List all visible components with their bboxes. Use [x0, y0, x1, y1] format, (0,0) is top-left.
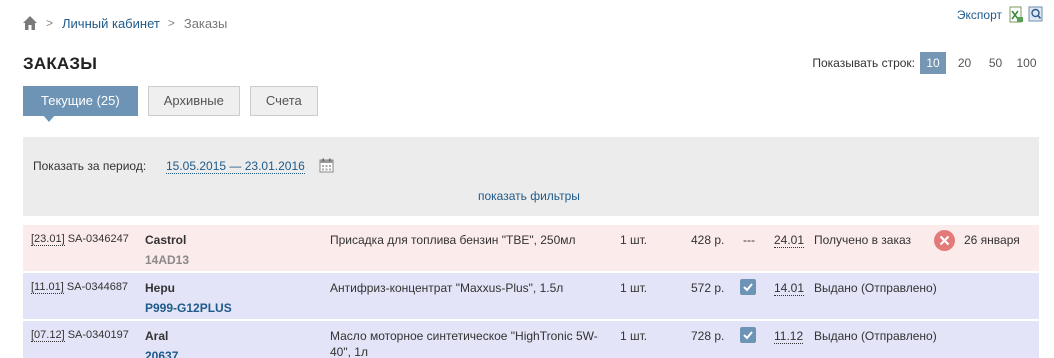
- order-number: SA-0344687: [66, 281, 129, 293]
- order-date-number: [23.01] SA-0346247: [31, 233, 129, 246]
- help-icon[interactable]: [1028, 6, 1044, 23]
- rows-option-20[interactable]: 20: [949, 52, 980, 74]
- export-link[interactable]: Экспорт: [957, 8, 1002, 22]
- order-description: Присадка для топлива бензин "TBE", 250мл: [330, 233, 576, 247]
- order-brand: Aral: [145, 329, 169, 343]
- period-picker[interactable]: 15.05.2015 — 23.01.2016: [166, 159, 305, 174]
- breadcrumb-separator: >: [46, 16, 54, 30]
- order-price: 572 р.: [691, 281, 725, 295]
- calendar-icon[interactable]: [319, 158, 334, 173]
- excel-icon[interactable]: [1008, 6, 1024, 23]
- order-quantity: 1 шт.: [620, 329, 648, 343]
- order-date[interactable]: [23.01]: [31, 233, 65, 246]
- order-quantity: 1 шт.: [620, 281, 648, 295]
- checkmark-icon: [740, 279, 756, 295]
- order-delivery-date[interactable]: 14.01: [774, 281, 805, 296]
- order-checkbox[interactable]: [740, 279, 756, 298]
- order-row[interactable]: [11.01] SA-0344687 Hepu P999-G12PLUS Ант…: [23, 273, 1039, 321]
- breadcrumb: > Личный кабинет > Заказы: [22, 15, 227, 31]
- order-article[interactable]: P999-G12PLUS: [145, 301, 232, 315]
- order-date[interactable]: [11.01]: [31, 281, 64, 294]
- period-label: Показать за период:: [33, 159, 147, 173]
- order-eta: 26 января: [964, 233, 1020, 247]
- tab-current[interactable]: Текущие (25): [23, 86, 138, 122]
- order-date-number: [07.12] SA-0340197: [31, 329, 129, 342]
- order-tabs: Текущие (25) Архивные Счета: [23, 86, 328, 122]
- home-icon[interactable]: [22, 15, 38, 31]
- close-icon: [934, 230, 955, 251]
- breadcrumb-link-account[interactable]: Личный кабинет: [62, 16, 160, 31]
- breadcrumb-separator: >: [167, 16, 175, 30]
- order-description: Антифриз-концентрат "Maxxus-Plus", 1.5л: [330, 281, 564, 295]
- cancel-order-button[interactable]: [934, 230, 955, 254]
- order-delivery-date[interactable]: 11.12: [774, 329, 804, 344]
- order-number: SA-0346247: [67, 233, 129, 245]
- order-price: 428 р.: [691, 233, 725, 247]
- order-date-number: [11.01] SA-0344687: [31, 281, 129, 294]
- order-checkbox[interactable]: [740, 327, 756, 346]
- rows-option-50[interactable]: 50: [980, 52, 1011, 74]
- page-title: ЗАКАЗЫ: [23, 54, 98, 73]
- rows-option-10[interactable]: 10: [920, 52, 946, 74]
- order-row[interactable]: [07.12] SA-0340197 Aral 20637 Масло мото…: [23, 321, 1039, 358]
- orders-list: [23.01] SA-0346247 Castrol 14AD13 Присад…: [23, 225, 1039, 358]
- order-price: 728 р.: [691, 329, 725, 343]
- rows-option-100[interactable]: 100: [1011, 52, 1042, 74]
- order-brand: Castrol: [145, 233, 187, 247]
- order-description: Масло моторное синтетическое "HighTronic…: [330, 329, 598, 358]
- tab-invoices[interactable]: Счета: [249, 86, 318, 116]
- show-filters-link[interactable]: показать фильтры: [478, 189, 580, 203]
- order-status: Получено в заказ: [814, 233, 912, 247]
- order-delivery-date[interactable]: 24.01: [774, 233, 805, 248]
- order-row[interactable]: [23.01] SA-0346247 Castrol 14AD13 Присад…: [23, 225, 1039, 273]
- order-check-dash: ---: [743, 233, 755, 247]
- rows-per-page-label: Показывать строк:: [812, 56, 915, 70]
- order-status: Выдано (Отправлено): [814, 329, 937, 343]
- order-article[interactable]: 20637: [145, 349, 178, 358]
- checkmark-icon: [740, 327, 756, 343]
- breadcrumb-current: Заказы: [183, 15, 228, 31]
- order-status: Выдано (Отправлено): [814, 281, 937, 295]
- order-number: SA-0340197: [67, 329, 129, 341]
- order-article[interactable]: 14AD13: [145, 253, 189, 267]
- order-date[interactable]: [07.12]: [31, 329, 65, 342]
- rows-per-page: Показывать строк: 10 20 50 100: [812, 52, 1042, 74]
- order-brand: Hepu: [145, 281, 175, 295]
- filter-panel: Показать за период: 15.05.2015 — 23.01.2…: [23, 137, 1039, 216]
- tab-archive[interactable]: Архивные: [147, 86, 240, 116]
- export-bar: Экспорт: [957, 6, 1044, 23]
- order-quantity: 1 шт.: [620, 233, 648, 247]
